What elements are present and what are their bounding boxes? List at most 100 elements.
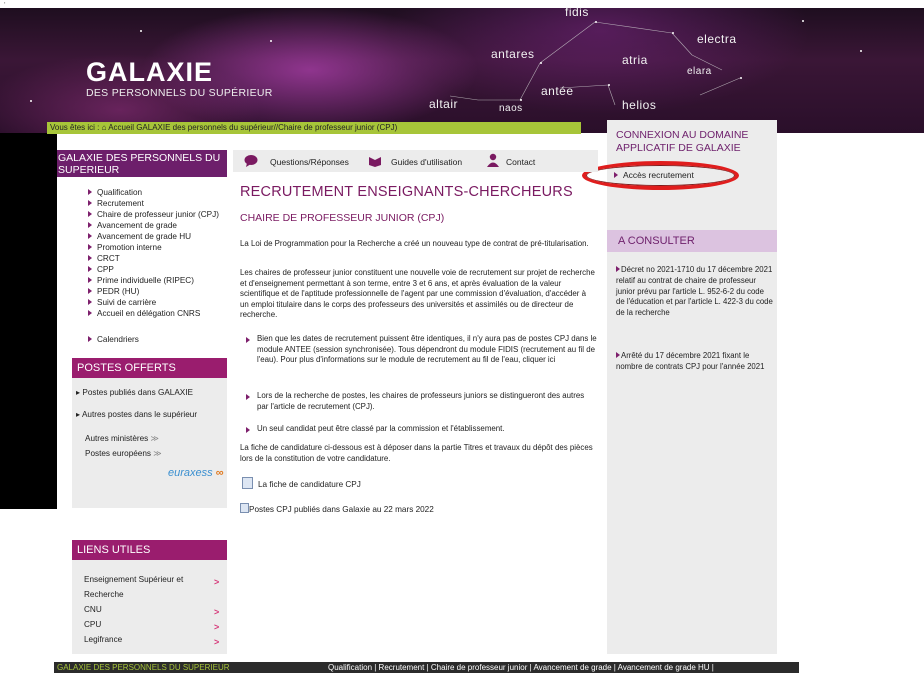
arrete-text: Arrêté du 17 décembre 2021 fixant le nom… (616, 351, 765, 371)
footer-links[interactable]: Qualification | Recrutement | Chaire de … (328, 662, 714, 673)
chevron-right-icon: > (214, 577, 220, 587)
bullet-arrow-icon (88, 277, 92, 283)
constellation-label: elara (687, 66, 712, 77)
right-sidebar (607, 120, 777, 654)
autres-ministeres-label: Autres ministères (85, 434, 149, 443)
constellation-label: atria (622, 53, 648, 67)
decret-link[interactable]: Décret no 2021-1710 du 17 décembre 2021 … (616, 265, 774, 319)
document-icon (242, 477, 253, 489)
star (608, 84, 610, 86)
site-title[interactable]: GALAXIE (86, 57, 213, 88)
euraxess-label: euraxess (168, 467, 213, 479)
constellation-label: helios (622, 98, 657, 112)
postes-offerts-panel (72, 378, 227, 508)
postes-europeens-link[interactable]: Postes européens ≫ (85, 448, 162, 458)
nav-item-label: Qualification (97, 188, 143, 197)
star (30, 100, 32, 102)
nav-item-label: Prime individuelle (RIPEC) (97, 276, 194, 285)
nav-item-promotion[interactable]: Promotion interne (88, 243, 162, 252)
bullet-arrow-icon (616, 266, 620, 272)
bullet-arrow-icon (88, 310, 92, 316)
postes-galaxie-link[interactable]: ▸ Postes publiés dans GALAXIE (76, 387, 193, 397)
nav-item-calendriers[interactable]: Calendriers (88, 335, 139, 344)
chevron-right-icon: ≫ (150, 434, 160, 443)
page-title: RECRUTEMENT ENSEIGNANTS-CHERCHEURS (240, 184, 573, 200)
nav-item-suivi[interactable]: Suivi de carrière (88, 298, 156, 307)
bullet-arrow-icon (246, 337, 250, 343)
bullet-arrow-icon (88, 299, 92, 305)
nav-item-cpj[interactable]: Chaire de professeur junior (CPJ) (88, 210, 219, 219)
bullet-arrow-icon (88, 189, 92, 195)
nav-item-recrutement[interactable]: Recrutement (88, 199, 144, 208)
nav-item-avancement-hu[interactable]: Avancement de grade HU (88, 232, 191, 241)
star (520, 99, 522, 101)
nav-item-cpp[interactable]: CPP (88, 265, 114, 274)
chevron-right-icon: > (214, 607, 220, 617)
description-paragraph: Les chaires de professeur junior constit… (240, 268, 595, 319)
site-footer: GALAXIE DES PERSONNELS DU SUPERIEUR Qual… (54, 662, 799, 673)
highlight-ellipse (582, 161, 739, 190)
euraxess-symbol-icon: ∞ (212, 467, 224, 479)
chevron-right-icon: > (214, 637, 220, 647)
arrete-link[interactable]: Arrêté du 17 décembre 2021 fixant le nom… (616, 351, 774, 373)
star (860, 50, 862, 52)
nav-item-ripec[interactable]: Prime individuelle (RIPEC) (88, 276, 194, 285)
instructions-paragraph: La fiche de candidature ci-dessous est à… (240, 443, 593, 463)
bullet-arrow-icon (88, 222, 92, 228)
link-enseignement-sup[interactable]: Enseignement Supérieur et (84, 575, 183, 584)
nav-item-crct[interactable]: CRCT (88, 254, 120, 263)
questions-link[interactable]: Questions/Réponses (270, 157, 349, 167)
liens-utiles-heading: LIENS UTILES (72, 540, 227, 560)
bullet-arrow-icon (88, 288, 92, 294)
bullet-arrow-icon (88, 336, 92, 342)
link-cpu[interactable]: CPU (84, 620, 101, 629)
nav-item-label: CRCT (97, 254, 120, 263)
breadcrumb[interactable]: Vous êtes ici : ⌂ Accueil GALAXIE des pe… (47, 122, 581, 134)
guides-link[interactable]: Guides d'utilisation (391, 157, 462, 167)
nav-item-label: Avancement de grade HU (97, 232, 192, 241)
bullet-arrow-icon (88, 211, 92, 217)
nav-item-qualification[interactable]: Qualification (88, 188, 142, 197)
footer-title: GALAXIE DES PERSONNELS DU SUPERIEUR (57, 663, 230, 672)
nav-item-cnrs[interactable]: Accueil en délégation CNRS (88, 309, 200, 318)
constellation-label: fidis (565, 5, 589, 19)
autres-postes-label: Autres postes dans le supérieur (81, 410, 198, 419)
star (540, 62, 542, 64)
image-file-icon (240, 503, 249, 513)
chevron-right-icon: ≫ (153, 449, 162, 458)
fiche-candidature-link[interactable]: La fiche de candidature CPJ (258, 480, 361, 489)
bullet-arrow-icon (88, 200, 92, 206)
decret-text: Décret no 2021-1710 du 17 décembre 2021 … (616, 265, 773, 318)
nav-item-label: Avancement de grade (97, 221, 177, 230)
bullet-text: Un seul candidat peut être classé par la… (257, 424, 505, 433)
nav-item-avancement[interactable]: Avancement de grade (88, 221, 177, 230)
star (672, 32, 674, 34)
constellation-label: altair (429, 97, 459, 111)
nav-item-pedr[interactable]: PEDR (HU) (88, 287, 139, 296)
postes-europeens-label: Postes européens (85, 449, 151, 458)
link-legifrance[interactable]: Legifrance (84, 635, 122, 644)
nav-item-label: Suivi de carrière (97, 298, 157, 307)
constellation-label: electra (697, 32, 737, 46)
nav-item-label: CPP (97, 265, 114, 274)
bullet-text: Bien que les dates de recrutement puisse… (257, 334, 597, 364)
link-cnu[interactable]: CNU (84, 605, 102, 614)
star (140, 30, 142, 32)
nav-item-label: Accueil en délégation CNRS (97, 309, 201, 318)
autres-postes-link[interactable]: ▸ Autres postes dans le supérieur (76, 409, 197, 419)
link-recherche[interactable]: Recherche (84, 590, 124, 599)
contact-link[interactable]: Contact (506, 157, 535, 167)
nav-item-label: Promotion interne (97, 243, 162, 252)
left-nav-heading: GALAXIE DES PERSONNELS DU SUPERIEUR (57, 150, 227, 177)
postes-cpj-link[interactable]: Postes CPJ publiés dans Galaxie au 22 ma… (249, 505, 434, 514)
consult-heading: A CONSULTER (618, 235, 695, 247)
bullet-arrow-icon (88, 233, 92, 239)
bullet-arrow-icon (616, 352, 620, 358)
constellation-label: antares (491, 47, 535, 61)
bullet-text: Lors de la recherche de postes, les chai… (257, 391, 585, 411)
book-icon (369, 157, 381, 167)
constellation-label: naos (499, 103, 523, 114)
autres-ministeres-link[interactable]: Autres ministères ≫ (85, 433, 159, 443)
euraxess-logo[interactable]: euraxess ∞ (168, 467, 224, 479)
bullet-arrow-icon (246, 427, 250, 433)
